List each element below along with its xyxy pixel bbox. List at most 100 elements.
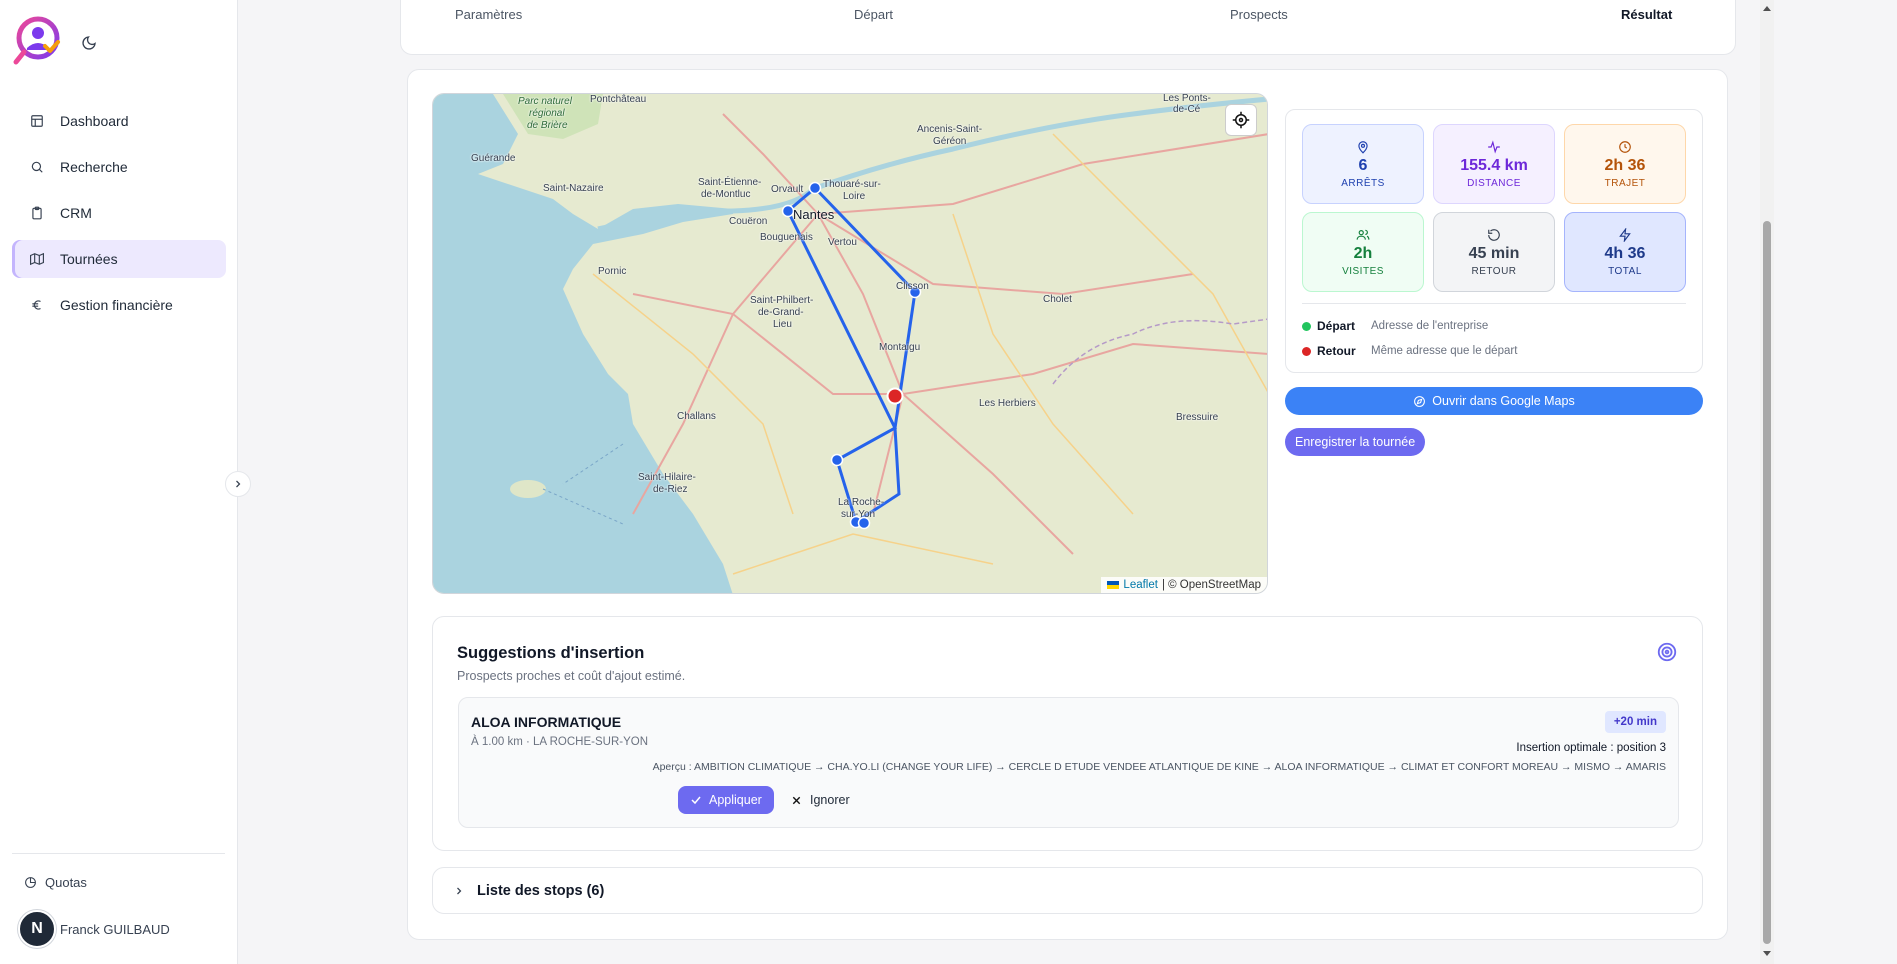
wizard-stepper: Paramètres Départ Prospects Résultat bbox=[400, 0, 1736, 55]
chevron-right-icon bbox=[236, 480, 241, 488]
map-label: Ancenis-Saint- bbox=[917, 124, 983, 135]
sidebar-item-tournees[interactable]: Tournées bbox=[12, 240, 226, 278]
osm-attribution: | © OpenStreetMap bbox=[1161, 579, 1261, 591]
stat-label: TRAJET bbox=[1604, 177, 1646, 189]
added-time-badge: +20 min bbox=[1604, 711, 1666, 733]
quotas-link[interactable]: Quotas bbox=[24, 875, 87, 890]
map-label: Orvault bbox=[771, 184, 804, 195]
theme-toggle-button[interactable] bbox=[74, 28, 104, 58]
pie-chart-icon bbox=[25, 877, 36, 888]
map-label: Guérande bbox=[471, 153, 516, 164]
sidebar-nav: Dashboard Recherche CRM Tournées Gestion… bbox=[12, 102, 226, 332]
leaflet-link[interactable]: Leaflet bbox=[1123, 579, 1158, 591]
step-prospects[interactable]: Prospects bbox=[1230, 7, 1288, 22]
map-label: Nantes bbox=[793, 207, 835, 222]
crosshair-icon bbox=[1232, 111, 1250, 129]
scroll-up-arrow[interactable] bbox=[1763, 6, 1771, 11]
sidebar-item-label: Tournées bbox=[60, 251, 118, 267]
scroll-thumb[interactable] bbox=[1763, 221, 1771, 944]
scroll-down-arrow[interactable] bbox=[1763, 951, 1771, 956]
prospect-distance: À 1.00 km · LA ROCHE-SUR-YON bbox=[471, 736, 649, 748]
avatar: N bbox=[18, 910, 56, 948]
search-icon bbox=[31, 161, 43, 173]
apply-label: Appliquer bbox=[709, 793, 762, 807]
map-label: Saint-Philbert- bbox=[750, 295, 814, 306]
users-icon bbox=[1356, 229, 1370, 240]
route-summary-panel: 6 ARRÊTS 155.4 km DISTANCE 2h 36 TRAJET … bbox=[1285, 109, 1703, 373]
step-depart[interactable]: Départ bbox=[854, 7, 893, 22]
open-google-maps-button[interactable]: Ouvrir dans Google Maps bbox=[1285, 387, 1703, 415]
moon-icon bbox=[82, 36, 96, 50]
app-logo[interactable] bbox=[12, 16, 64, 68]
ignore-label: Ignorer bbox=[810, 793, 850, 807]
activity-icon bbox=[1488, 139, 1500, 154]
chevron-right-icon bbox=[457, 887, 462, 894]
map-label: de Brière bbox=[527, 120, 568, 131]
map-pin-icon bbox=[1358, 140, 1368, 154]
step-resultat[interactable]: Résultat bbox=[1621, 7, 1672, 22]
map-label: Loire bbox=[843, 191, 866, 202]
sidebar-item-recherche[interactable]: Recherche bbox=[12, 148, 226, 186]
stops-list-toggle[interactable]: Liste des stops (6) bbox=[432, 867, 1703, 914]
sidebar-item-crm[interactable]: CRM bbox=[12, 194, 226, 232]
map-label: Montaigu bbox=[879, 342, 921, 353]
quotas-label: Quotas bbox=[45, 875, 87, 890]
user-name: Franck GUILBAUD bbox=[60, 921, 170, 937]
suggestion-item: ALOA INFORMATIQUE À 1.00 km · LA ROCHE-S… bbox=[458, 697, 1679, 828]
route-map[interactable]: Parc naturel régional de Brière Pontchât… bbox=[432, 93, 1268, 594]
user-menu[interactable]: N Franck GUILBAUD bbox=[18, 910, 170, 948]
route-preview: Aperçu : AMBITION CLIMATIQUE → CHA.YO.LI… bbox=[652, 761, 1666, 773]
ignore-button[interactable]: Ignorer bbox=[781, 786, 860, 814]
stops-list-label: Liste des stops (6) bbox=[477, 882, 605, 899]
stat-distance: 155.4 km DISTANCE bbox=[1433, 124, 1555, 204]
retour-label: Retour bbox=[1317, 344, 1356, 358]
save-tour-button[interactable]: Enregistrer la tournée bbox=[1285, 428, 1426, 456]
map-label: de-Grand- bbox=[758, 307, 804, 318]
map-label: Bouguenais bbox=[760, 232, 813, 243]
apply-button[interactable]: Appliquer bbox=[678, 786, 774, 814]
map-label: La Roche- bbox=[838, 497, 885, 508]
depart-row: Départ Adresse de l'entreprise bbox=[1302, 319, 1488, 333]
insertion-suggestions: Suggestions d'insertion Prospects proche… bbox=[432, 616, 1703, 851]
sidebar-collapse-button[interactable] bbox=[225, 471, 251, 497]
section-subtitle: Prospects proches et coût d'ajout estimé… bbox=[457, 669, 686, 683]
sidebar-item-label: Dashboard bbox=[60, 113, 129, 129]
sidebar-item-label: Recherche bbox=[60, 159, 128, 175]
stat-label: ARRÊTS bbox=[1341, 177, 1385, 189]
map-label: Thouaré-sur- bbox=[823, 179, 881, 190]
rotate-ccw-icon bbox=[1488, 228, 1500, 241]
sidebar: Dashboard Recherche CRM Tournées Gestion… bbox=[0, 0, 238, 964]
close-icon bbox=[792, 796, 801, 804]
stat-trajet: 2h 36 TRAJET bbox=[1564, 124, 1686, 204]
stat-value: 2h bbox=[1353, 244, 1373, 262]
locate-button[interactable] bbox=[1225, 104, 1257, 136]
compass-icon bbox=[1414, 395, 1426, 407]
stat-label: RETOUR bbox=[1471, 265, 1517, 277]
depart-label: Départ bbox=[1317, 319, 1356, 333]
map-label: Saint-Hilaire- bbox=[638, 472, 696, 483]
map-label: Pontchâteau bbox=[590, 94, 647, 105]
sidebar-item-dashboard[interactable]: Dashboard bbox=[12, 102, 226, 140]
depart-dot bbox=[1302, 321, 1311, 331]
map-label: Challans bbox=[677, 411, 716, 422]
map-label: Saint-Étienne- bbox=[698, 177, 762, 188]
map-label: Lieu bbox=[773, 319, 792, 330]
map-label: sur-Yon bbox=[841, 509, 876, 520]
target-icon bbox=[1657, 642, 1677, 662]
stat-label: VISITES bbox=[1342, 265, 1384, 277]
stat-value: 2h 36 bbox=[1604, 156, 1646, 174]
stat-value: 4h 36 bbox=[1604, 244, 1646, 262]
depart-value: Adresse de l'entreprise bbox=[1371, 320, 1489, 332]
sidebar-item-gestion-financiere[interactable]: Gestion financière bbox=[12, 286, 226, 324]
map-label: Les Ponts- bbox=[1163, 93, 1211, 104]
step-parametres[interactable]: Paramètres bbox=[455, 7, 522, 22]
stat-total: 4h 36 TOTAL bbox=[1564, 212, 1686, 292]
divider bbox=[1302, 303, 1686, 304]
page-scrollbar[interactable] bbox=[1760, 0, 1774, 964]
map-icon bbox=[30, 252, 44, 266]
map-label: de-Cé bbox=[1173, 104, 1201, 115]
retour-value: Même adresse que le départ bbox=[1371, 345, 1518, 357]
stat-label: TOTAL bbox=[1608, 265, 1642, 277]
map-label: de-Montluc bbox=[701, 189, 751, 200]
map-label: Couëron bbox=[729, 216, 768, 227]
